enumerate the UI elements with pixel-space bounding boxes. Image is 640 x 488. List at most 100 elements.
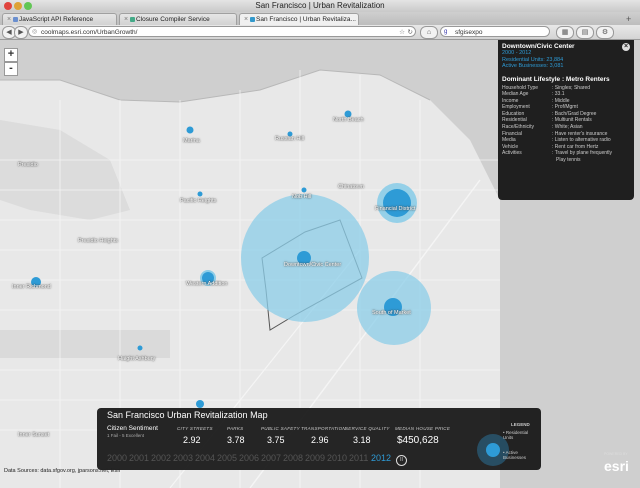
- metric-value-city-streets: 2.92: [183, 435, 201, 445]
- year-2008[interactable]: 2008: [283, 453, 303, 463]
- metric-label-median-price: MEDIAN HOUSE PRICE: [395, 426, 451, 431]
- year-2011[interactable]: 2011: [349, 453, 368, 463]
- dot-haight: [137, 345, 143, 351]
- forward-button[interactable]: ▶: [14, 26, 28, 39]
- address-bar[interactable]: ◎ coolmaps.esri.com/UrbanGrowth/ ☆ ↻: [28, 26, 416, 37]
- label-pacific-heights: Pacific Heights: [180, 198, 217, 204]
- metric-label-service-quality: SERVICE QUALITY: [345, 426, 390, 431]
- zoom-window-button[interactable]: [24, 2, 32, 10]
- dot-lower: [196, 400, 204, 408]
- dot-pacific-heights: [197, 191, 203, 197]
- metric-label-city-streets: CITY STREETS: [177, 426, 213, 431]
- dot-financial: [383, 189, 411, 217]
- page-menu-button[interactable]: ▤: [576, 26, 594, 39]
- legend-businesses: • Active Businesses: [503, 450, 527, 460]
- tab-urban-revitalization[interactable]: × San Francisco | Urban Revitaliza...: [239, 13, 359, 25]
- attribute-row: Income: Middle: [502, 97, 570, 104]
- label-western-addition: Western Addition: [186, 281, 228, 287]
- label-inner-richmond: Inner Richmond: [12, 284, 51, 290]
- new-tab-button[interactable]: +: [626, 14, 631, 24]
- esri-logo[interactable]: esri: [604, 458, 629, 474]
- page-icon: [250, 17, 255, 22]
- year-2007[interactable]: 2007: [261, 453, 281, 463]
- year-2000[interactable]: 2000: [107, 453, 127, 463]
- close-icon[interactable]: ×: [244, 14, 248, 25]
- window-title: San Francisco | Urban Revitalization: [255, 1, 385, 10]
- panel-title: San Francisco Urban Revitalization Map: [107, 410, 268, 420]
- legend-residential: • Residential Units: [503, 430, 529, 440]
- search-value: sfgisexpo: [455, 29, 483, 36]
- attribute-list: Household Type: Singles; Shared Median A…: [502, 85, 630, 164]
- label-marina: Marina: [183, 138, 200, 144]
- sentiment-scale: 1 Fail - 5 Excellent: [107, 433, 145, 438]
- metric-value-public-safety: 3.75: [267, 435, 285, 445]
- tab-label: Closure Compiler Service: [136, 16, 210, 23]
- metric-value-median-price: $450,628: [397, 435, 439, 446]
- window-title-bar: San Francisco | Urban Revitalization: [0, 0, 640, 12]
- label-inner-sunset: Inner Sunset: [18, 432, 50, 438]
- attribute-row: Employment: Prof/Mgmt: [502, 104, 578, 111]
- close-icon[interactable]: ×: [622, 43, 630, 51]
- page-icon: [13, 17, 18, 22]
- pause-button[interactable]: II: [396, 455, 407, 466]
- year-2001[interactable]: 2001: [129, 453, 149, 463]
- metric-label-transportation: TRANSPORTATION: [301, 426, 346, 431]
- year-2012[interactable]: 2012: [371, 453, 391, 463]
- wrench-button[interactable]: ⚙: [596, 26, 614, 39]
- zoom-out-button[interactable]: -: [4, 62, 18, 76]
- close-icon[interactable]: ×: [124, 14, 128, 25]
- tab-bar: × JavaScript API Reference × Closure Com…: [0, 12, 640, 26]
- dot-marina: [186, 126, 194, 134]
- search-input[interactable]: g sfgisexpo: [440, 26, 550, 37]
- powered-by: POWERED BY: [604, 452, 628, 456]
- tab-javascript-api[interactable]: × JavaScript API Reference: [2, 13, 117, 25]
- year-2002[interactable]: 2002: [151, 453, 171, 463]
- attribute-row: Residential: Multiunit Rentals: [502, 117, 592, 124]
- tab-closure-compiler[interactable]: × Closure Compiler Service: [119, 13, 237, 25]
- metric-value-parks: 3.78: [227, 435, 245, 445]
- label-presidio-heights: Presidio Heights: [78, 238, 119, 244]
- reload-icon[interactable]: ↻: [408, 27, 413, 38]
- attribute-row: Education: Bach/Grad Degree: [502, 110, 597, 117]
- neighborhood-info-panel: × Downtown/Civic Center 2000 - 2012 Resi…: [498, 40, 634, 200]
- zoom-in-button[interactable]: +: [4, 48, 18, 62]
- year-2006[interactable]: 2006: [239, 453, 259, 463]
- attribute-row: Vehicle: Rent car from Hertz: [502, 143, 599, 150]
- revitalization-panel: San Francisco Urban Revitalization Map C…: [97, 408, 541, 470]
- label-presidio: Presidio: [18, 162, 38, 168]
- attribute-row: Activities: Travel by plane frequently: [502, 150, 613, 157]
- year-2004[interactable]: 2004: [195, 453, 215, 463]
- year-2010[interactable]: 2010: [327, 453, 347, 463]
- bookmarks-button[interactable]: ▦: [556, 26, 574, 39]
- metric-value-service-quality: 3.18: [353, 435, 371, 445]
- minimize-window-button[interactable]: [14, 2, 22, 10]
- year-2009[interactable]: 2009: [305, 453, 325, 463]
- globe-icon: ◎: [32, 29, 38, 35]
- close-window-button[interactable]: [4, 2, 12, 10]
- attribute-row: Household Type: Singles; Shared: [502, 84, 591, 91]
- label-nob-hill: Nob Hill: [292, 194, 312, 200]
- attribute-row: Race/Ethnicity: White; Asian: [502, 124, 583, 131]
- tab-label: San Francisco | Urban Revitaliza...: [256, 16, 356, 23]
- home-button[interactable]: ⌂: [420, 26, 438, 39]
- page-icon: [130, 17, 135, 22]
- legend-title: LEGEND: [511, 422, 530, 427]
- label-haight-ashbury: Haight Ashbury: [118, 356, 156, 362]
- label-north-beach: North Beach: [333, 117, 364, 123]
- year-2003[interactable]: 2003: [173, 453, 193, 463]
- metric-value-transportation: 2.96: [311, 435, 329, 445]
- label-downtown-civic: Downtown/Civic Center: [284, 262, 342, 268]
- close-icon[interactable]: ×: [7, 14, 11, 25]
- attribute-row: Media: Listen to alternative radio: [502, 137, 611, 144]
- metric-label-public-safety: PUBLIC SAFETY: [261, 426, 300, 431]
- info-active-businesses: Active Businesses: 3,081: [502, 63, 564, 69]
- google-icon: g: [444, 29, 448, 35]
- reader-icon[interactable]: ☆: [399, 27, 405, 38]
- label-russian-hill: Russian Hill: [275, 136, 305, 142]
- year-2005[interactable]: 2005: [217, 453, 237, 463]
- golden-gate-park: [0, 330, 170, 358]
- dot-nob-hill: [301, 187, 307, 193]
- label-chinatown: Chinatown: [338, 184, 364, 190]
- data-sources: Data Sources: data.sfgov.org, jparsons.n…: [4, 468, 121, 474]
- attribute-row: Financial: Have renter's insurance: [502, 130, 608, 137]
